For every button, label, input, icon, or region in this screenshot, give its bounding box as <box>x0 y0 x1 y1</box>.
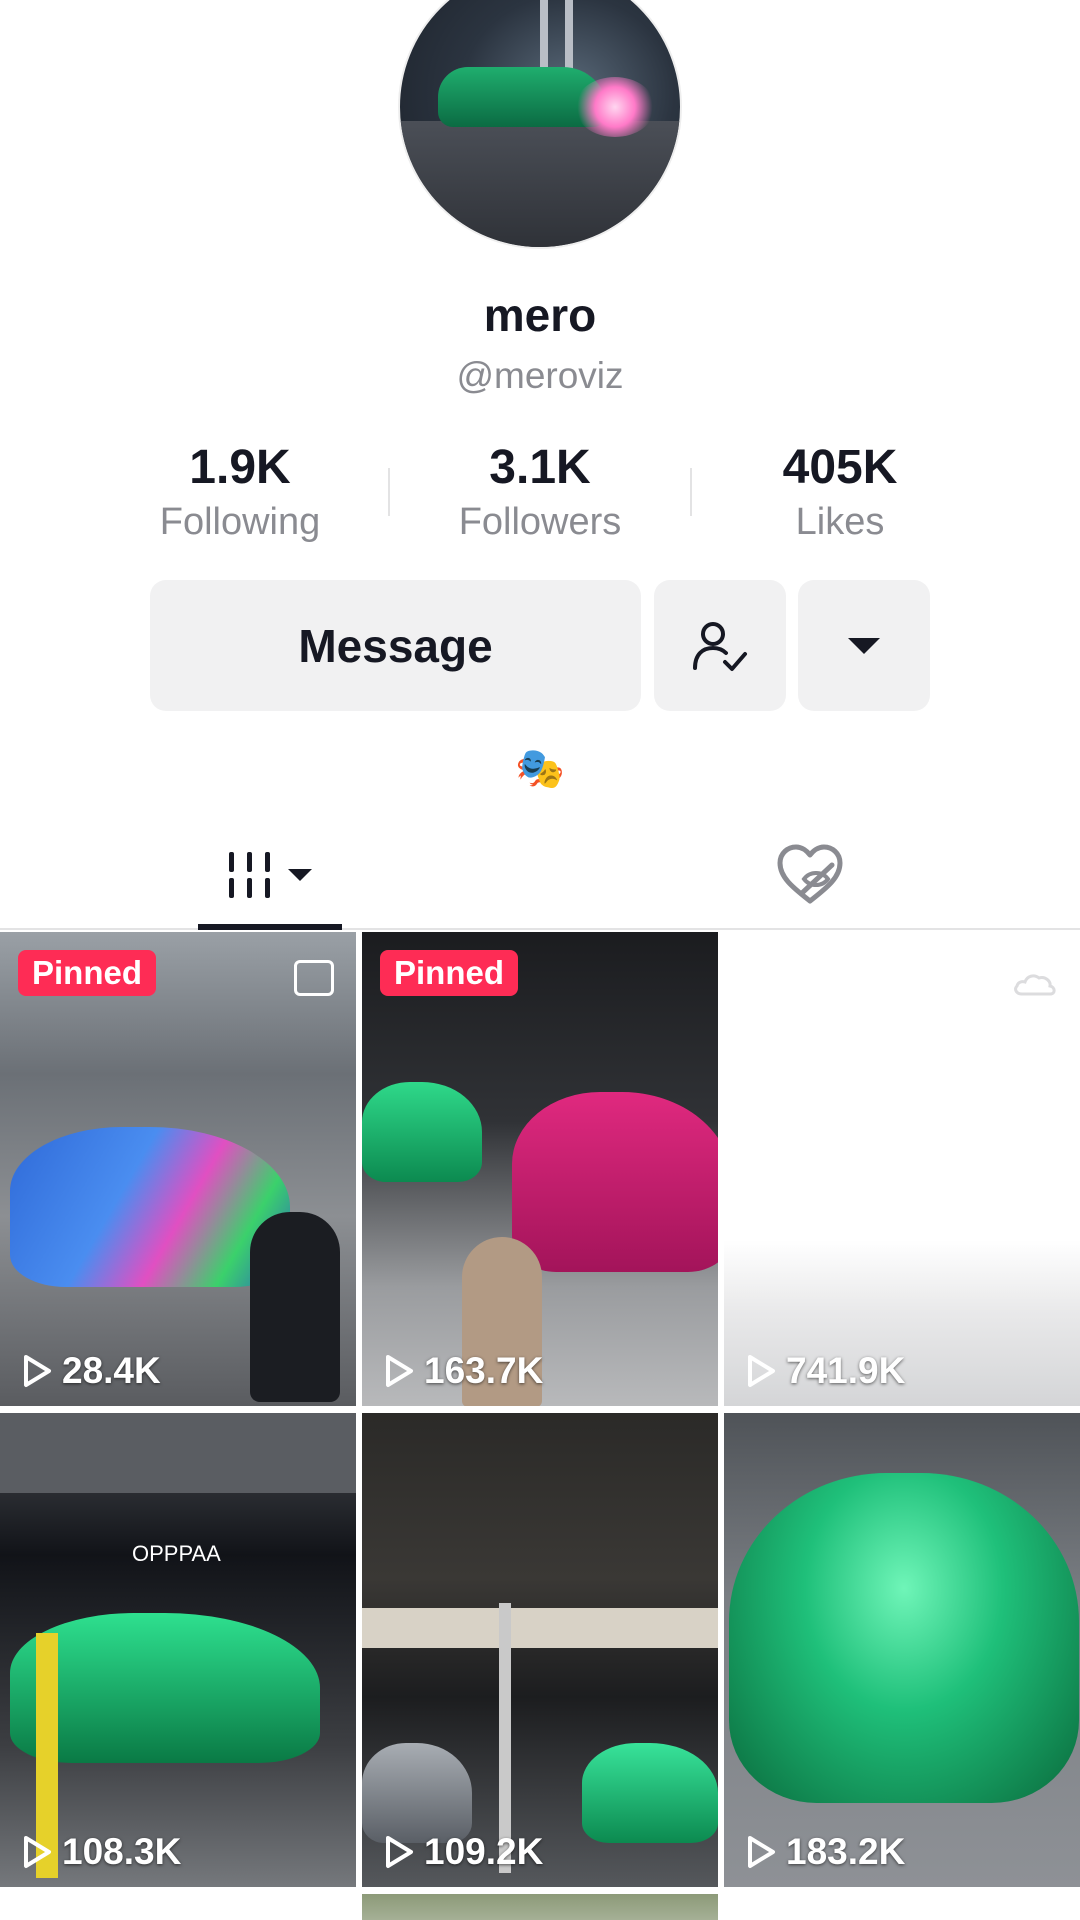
video-tile[interactable]: 109.2K <box>362 1413 718 1887</box>
video-views: 163.7K <box>384 1350 543 1392</box>
view-count: 163.7K <box>424 1350 544 1391</box>
profile-avatar[interactable] <box>398 0 682 249</box>
tab-caret-icon <box>287 869 312 881</box>
video-tile[interactable]: 183.2K <box>724 1413 1080 1887</box>
view-count: 108.3K <box>62 1831 182 1872</box>
display-name: mero <box>483 289 597 341</box>
stat-divider <box>690 468 692 516</box>
stat-divider <box>388 468 390 516</box>
play-icon <box>386 1355 413 1387</box>
stat-likes[interactable]: 405K Likes <box>730 440 950 544</box>
stat-following-label: Following <box>159 501 321 543</box>
video-views: 28.4K <box>22 1350 161 1392</box>
tab-liked-videos[interactable] <box>760 820 860 930</box>
tab-videos[interactable] <box>198 820 342 930</box>
play-icon <box>24 1355 51 1387</box>
view-count: 109.2K <box>424 1831 544 1872</box>
active-tab-indicator <box>198 924 342 930</box>
profile-stats: 1.9K Following 3.1K Followers 405K Likes <box>0 440 1080 550</box>
video-views: 741.9K <box>746 1350 905 1392</box>
thumbnail-ceiling <box>0 1413 356 1493</box>
person-check-icon <box>693 621 747 671</box>
thumbnail-car <box>10 1127 290 1287</box>
pinned-badge: Pinned <box>380 950 519 996</box>
video-views: 183.2K <box>746 1831 905 1873</box>
cloud-icon <box>1014 974 1056 996</box>
play-icon <box>386 1836 413 1868</box>
play-icon <box>748 1355 775 1387</box>
avatar-scene-exhaust <box>575 77 655 137</box>
profile-tabs <box>0 820 1080 930</box>
stat-followers-label: Followers <box>458 501 622 543</box>
play-icon <box>24 1836 51 1868</box>
video-views: 109.2K <box>384 1831 543 1873</box>
thumbnail-car <box>362 1743 472 1843</box>
thumbnail-canopy <box>362 1608 718 1648</box>
video-tile[interactable]: OPPPAA 108.3K <box>0 1413 356 1887</box>
video-tile[interactable]: Pinned 28.4K <box>0 932 356 1406</box>
view-count: 28.4K <box>62 1350 161 1391</box>
stat-followers-value: 3.1K <box>489 441 591 494</box>
avatar-scene-pole <box>540 0 548 77</box>
bio-emoji: 🎭 <box>515 747 565 791</box>
stat-following[interactable]: 1.9K Following <box>130 440 350 544</box>
thumbnail-car <box>512 1092 718 1272</box>
view-count: 741.9K <box>786 1350 906 1391</box>
video-views: 108.3K <box>22 1831 181 1873</box>
video-tile[interactable] <box>362 1894 718 1920</box>
video-tile[interactable]: 741.9K <box>724 932 1080 1406</box>
stat-following-value: 1.9K <box>189 441 291 494</box>
thumbnail-person <box>250 1212 340 1402</box>
stat-likes-label: Likes <box>795 501 885 543</box>
grid-icon <box>228 852 270 898</box>
suggested-accounts-button[interactable] <box>798 580 930 711</box>
video-tile[interactable]: Pinned 163.7K <box>362 932 718 1406</box>
play-icon <box>748 1836 775 1868</box>
avatar-scene-ground <box>400 121 680 247</box>
view-count: 183.2K <box>786 1831 906 1872</box>
thumbnail-car <box>582 1743 718 1843</box>
stat-likes-value: 405K <box>782 441 898 494</box>
thumbnail-overlay-text: OPPPAA <box>132 1541 221 1566</box>
photo-icon <box>294 960 334 996</box>
hidden-heart-icon <box>777 844 843 904</box>
caret-down-icon <box>848 637 880 654</box>
pinned-badge: Pinned <box>18 950 157 996</box>
stat-followers[interactable]: 3.1K Followers <box>430 440 650 544</box>
username: @meroviz <box>456 355 624 396</box>
thumbnail-car <box>729 1473 1079 1803</box>
following-status-button[interactable] <box>654 580 786 711</box>
thumbnail-car <box>362 1082 482 1182</box>
avatar-scene-pole <box>565 0 573 77</box>
message-button[interactable]: Message <box>150 580 641 711</box>
